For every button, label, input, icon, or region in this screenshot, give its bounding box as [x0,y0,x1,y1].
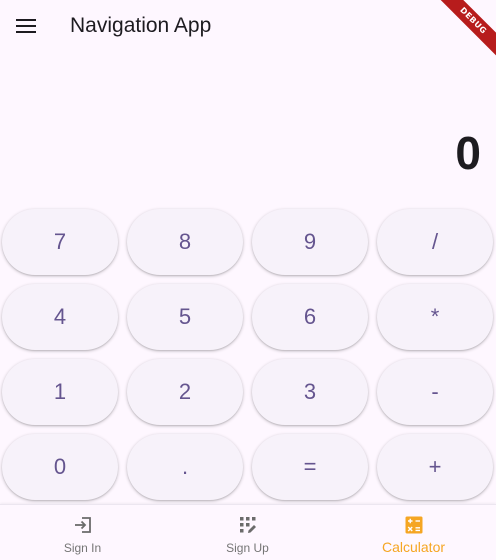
key-5[interactable]: 5 [127,284,243,350]
key-add[interactable]: + [377,434,493,500]
key-9[interactable]: 9 [252,209,368,275]
key-multiply[interactable]: * [377,284,493,350]
key-4[interactable]: 4 [2,284,118,350]
key-divide[interactable]: / [377,209,493,275]
key-3[interactable]: 3 [252,359,368,425]
key-equals[interactable]: = [252,434,368,500]
key-8[interactable]: 8 [127,209,243,275]
nav-label-sign-in: Sign In [63,541,102,555]
bottom-navigation-bar: Sign In Sign Up Calculator [0,504,496,560]
key-7[interactable]: 7 [2,209,118,275]
nav-item-sign-up[interactable]: Sign Up [165,505,330,560]
key-1[interactable]: 1 [2,359,118,425]
key-decimal[interactable]: . [127,434,243,500]
nav-label-sign-up: Sign Up [226,541,269,555]
app-registration-icon [239,517,256,533]
login-icon [74,517,91,533]
key-0[interactable]: 0 [2,434,118,500]
nav-label-calculator: Calculator [381,539,446,555]
key-subtract[interactable]: - [377,359,493,425]
menu-button[interactable] [8,8,44,44]
app-bar: Navigation App [0,0,496,52]
nav-item-sign-in[interactable]: Sign In [0,505,165,560]
app-title: Navigation App [70,14,212,37]
nav-item-calculator[interactable]: Calculator [331,505,496,560]
key-2[interactable]: 2 [127,359,243,425]
calculate-icon [405,516,422,534]
key-6[interactable]: 6 [252,284,368,350]
hamburger-menu-icon [16,19,36,33]
calculator-display: 0 [455,127,481,179]
